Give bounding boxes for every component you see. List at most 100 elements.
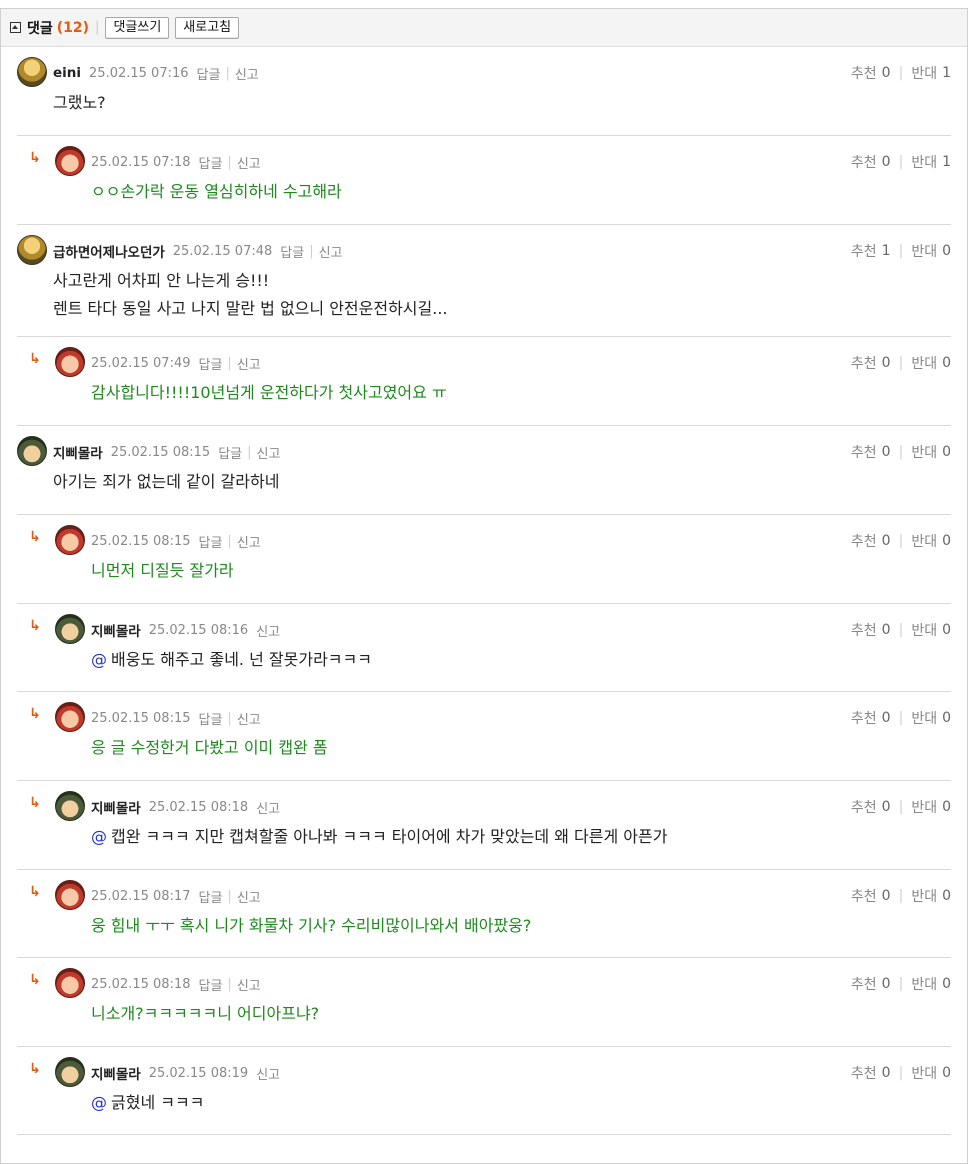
avatar[interactable] bbox=[55, 1057, 85, 1087]
avatar[interactable] bbox=[17, 235, 47, 265]
recommend-button[interactable]: 추천 bbox=[851, 708, 877, 728]
comment-timestamp: 25.02.15 07:48 bbox=[172, 243, 273, 259]
oppose-button[interactable]: 반대 bbox=[911, 1063, 937, 1083]
oppose-count: 0 bbox=[942, 1065, 951, 1081]
mention-marker[interactable]: @ bbox=[91, 827, 107, 846]
reply-comment: ↳ 25.02.15 08:15 답글 | 신고 추천 0 | 반대 0 응 글 수정한거 다봤고 … bbox=[17, 692, 951, 781]
report-link[interactable]: 신고 bbox=[256, 621, 280, 640]
comment-text: @ 배웅도 해주고 좋네. 넌 잘못가라ㅋㅋㅋ bbox=[91, 646, 372, 673]
refresh-button[interactable]: 새로고침 bbox=[175, 16, 240, 39]
recommend-count: 0 bbox=[881, 888, 891, 904]
comment-timestamp: 25.02.15 07:18 bbox=[91, 154, 191, 170]
author-nickname[interactable]: 지삐몰라 bbox=[91, 1063, 141, 1083]
recommend-count: 0 bbox=[881, 154, 891, 170]
toolbar-divider: | bbox=[95, 20, 100, 35]
recommend-button[interactable]: 추천 bbox=[851, 353, 877, 373]
reply-link[interactable]: 답글 bbox=[199, 532, 223, 551]
comment-meta: 25.02.15 08:17 답글 | 신고 bbox=[91, 884, 261, 908]
reply-arrow-icon: ↳ bbox=[29, 706, 41, 722]
oppose-button[interactable]: 반대 bbox=[911, 531, 937, 551]
vote-divider: | bbox=[898, 154, 904, 170]
oppose-button[interactable]: 반대 bbox=[911, 620, 937, 640]
mention-marker[interactable]: @ bbox=[91, 650, 107, 669]
report-link[interactable]: 신고 bbox=[256, 1064, 280, 1083]
avatar[interactable] bbox=[55, 702, 85, 732]
recommend-count: 0 bbox=[881, 799, 891, 815]
reply-comment: ↳ 25.02.15 08:15 답글 | 신고 추천 0 | 반대 0 니먼저 디질듯 잘가라 bbox=[17, 515, 951, 604]
recommend-button[interactable]: 추천 bbox=[851, 152, 877, 172]
reply-link[interactable]: 답글 bbox=[199, 975, 223, 994]
vote-counts: 추천 0 | 반대 1 bbox=[851, 150, 951, 174]
reply-link[interactable]: 답글 bbox=[199, 354, 223, 373]
avatar[interactable] bbox=[55, 347, 85, 377]
reply-link[interactable]: 답글 bbox=[199, 887, 223, 906]
oppose-button[interactable]: 반대 bbox=[911, 974, 937, 994]
recommend-button[interactable]: 추천 bbox=[851, 974, 877, 994]
avatar[interactable] bbox=[55, 146, 85, 176]
report-link[interactable]: 신고 bbox=[235, 64, 259, 83]
report-link[interactable]: 신고 bbox=[256, 798, 280, 817]
author-nickname[interactable]: 지삐몰라 bbox=[53, 442, 103, 462]
comment-toolbar: 댓글 (12) | 댓글쓰기 새로고침 bbox=[1, 9, 967, 47]
recommend-button[interactable]: 추천 bbox=[851, 620, 877, 640]
avatar[interactable] bbox=[55, 525, 85, 555]
reply-link[interactable]: 답글 bbox=[197, 64, 221, 83]
recommend-button[interactable]: 추천 bbox=[851, 1063, 877, 1083]
vote-counts: 추천 0 | 반대 0 bbox=[851, 1061, 951, 1085]
report-link[interactable]: 신고 bbox=[237, 532, 261, 551]
avatar[interactable] bbox=[17, 436, 47, 466]
avatar[interactable] bbox=[55, 880, 85, 910]
oppose-count: 0 bbox=[942, 243, 951, 259]
reply-link[interactable]: 답글 bbox=[199, 709, 223, 728]
recommend-count: 0 bbox=[881, 444, 891, 460]
recommend-button[interactable]: 추천 bbox=[851, 531, 877, 551]
recommend-button[interactable]: 추천 bbox=[851, 442, 877, 462]
reply-link[interactable]: 답글 bbox=[280, 242, 304, 261]
recommend-button[interactable]: 추천 bbox=[851, 797, 877, 817]
comment-meta: 25.02.15 08:15 답글 | 신고 bbox=[91, 529, 261, 553]
author-nickname[interactable]: 지삐몰라 bbox=[91, 797, 141, 817]
report-link[interactable]: 신고 bbox=[237, 887, 261, 906]
comment-timestamp: 25.02.15 08:18 bbox=[148, 799, 249, 815]
mention-marker[interactable]: @ bbox=[91, 1093, 107, 1112]
comment-line: 니소개?ㅋㅋㅋㅋㅋ니 어디아프냐? bbox=[91, 1004, 320, 1023]
oppose-button[interactable]: 반대 bbox=[911, 353, 937, 373]
comment-timestamp: 25.02.15 08:16 bbox=[148, 622, 249, 638]
oppose-button[interactable]: 반대 bbox=[911, 797, 937, 817]
oppose-count: 0 bbox=[942, 533, 951, 549]
avatar[interactable] bbox=[55, 791, 85, 821]
author-nickname[interactable]: 급하면어제나오던가 bbox=[53, 241, 165, 261]
comment-text: 니먼저 디질듯 잘가라 bbox=[91, 557, 234, 584]
recommend-button[interactable]: 추천 bbox=[851, 241, 877, 261]
reply-comment: ↳ 지삐몰라 25.02.15 08:16 신고 추천 0 | 반대 0 @ 배웅도 해주고 좋네.… bbox=[17, 604, 951, 692]
oppose-button[interactable]: 반대 bbox=[911, 442, 937, 462]
author-nickname[interactable]: 지삐몰라 bbox=[91, 620, 141, 640]
oppose-count: 0 bbox=[942, 888, 951, 904]
comment-count: (12) bbox=[56, 19, 90, 36]
avatar[interactable] bbox=[17, 57, 47, 87]
recommend-button[interactable]: 추천 bbox=[851, 886, 877, 906]
meta-divider: | bbox=[227, 154, 232, 170]
report-link[interactable]: 신고 bbox=[237, 709, 261, 728]
avatar[interactable] bbox=[55, 614, 85, 644]
oppose-count: 1 bbox=[942, 65, 951, 81]
report-link[interactable]: 신고 bbox=[237, 975, 261, 994]
report-link[interactable]: 신고 bbox=[237, 354, 261, 373]
oppose-button[interactable]: 반대 bbox=[911, 886, 937, 906]
report-link[interactable]: 신고 bbox=[237, 153, 261, 172]
oppose-button[interactable]: 반대 bbox=[911, 152, 937, 172]
oppose-button[interactable]: 반대 bbox=[911, 63, 937, 83]
vote-divider: | bbox=[898, 1065, 904, 1081]
report-link[interactable]: 신고 bbox=[257, 443, 281, 462]
reply-arrow-icon: ↳ bbox=[29, 972, 41, 988]
oppose-button[interactable]: 반대 bbox=[911, 708, 937, 728]
avatar[interactable] bbox=[55, 968, 85, 998]
reply-link[interactable]: 답글 bbox=[199, 153, 223, 172]
oppose-button[interactable]: 반대 bbox=[911, 241, 937, 261]
collapse-toggle-icon[interactable] bbox=[10, 22, 21, 33]
author-nickname[interactable]: eini bbox=[53, 65, 81, 81]
recommend-button[interactable]: 추천 bbox=[851, 63, 877, 83]
report-link[interactable]: 신고 bbox=[319, 242, 343, 261]
reply-link[interactable]: 답글 bbox=[218, 443, 242, 462]
write-comment-button[interactable]: 댓글쓰기 bbox=[105, 16, 170, 39]
